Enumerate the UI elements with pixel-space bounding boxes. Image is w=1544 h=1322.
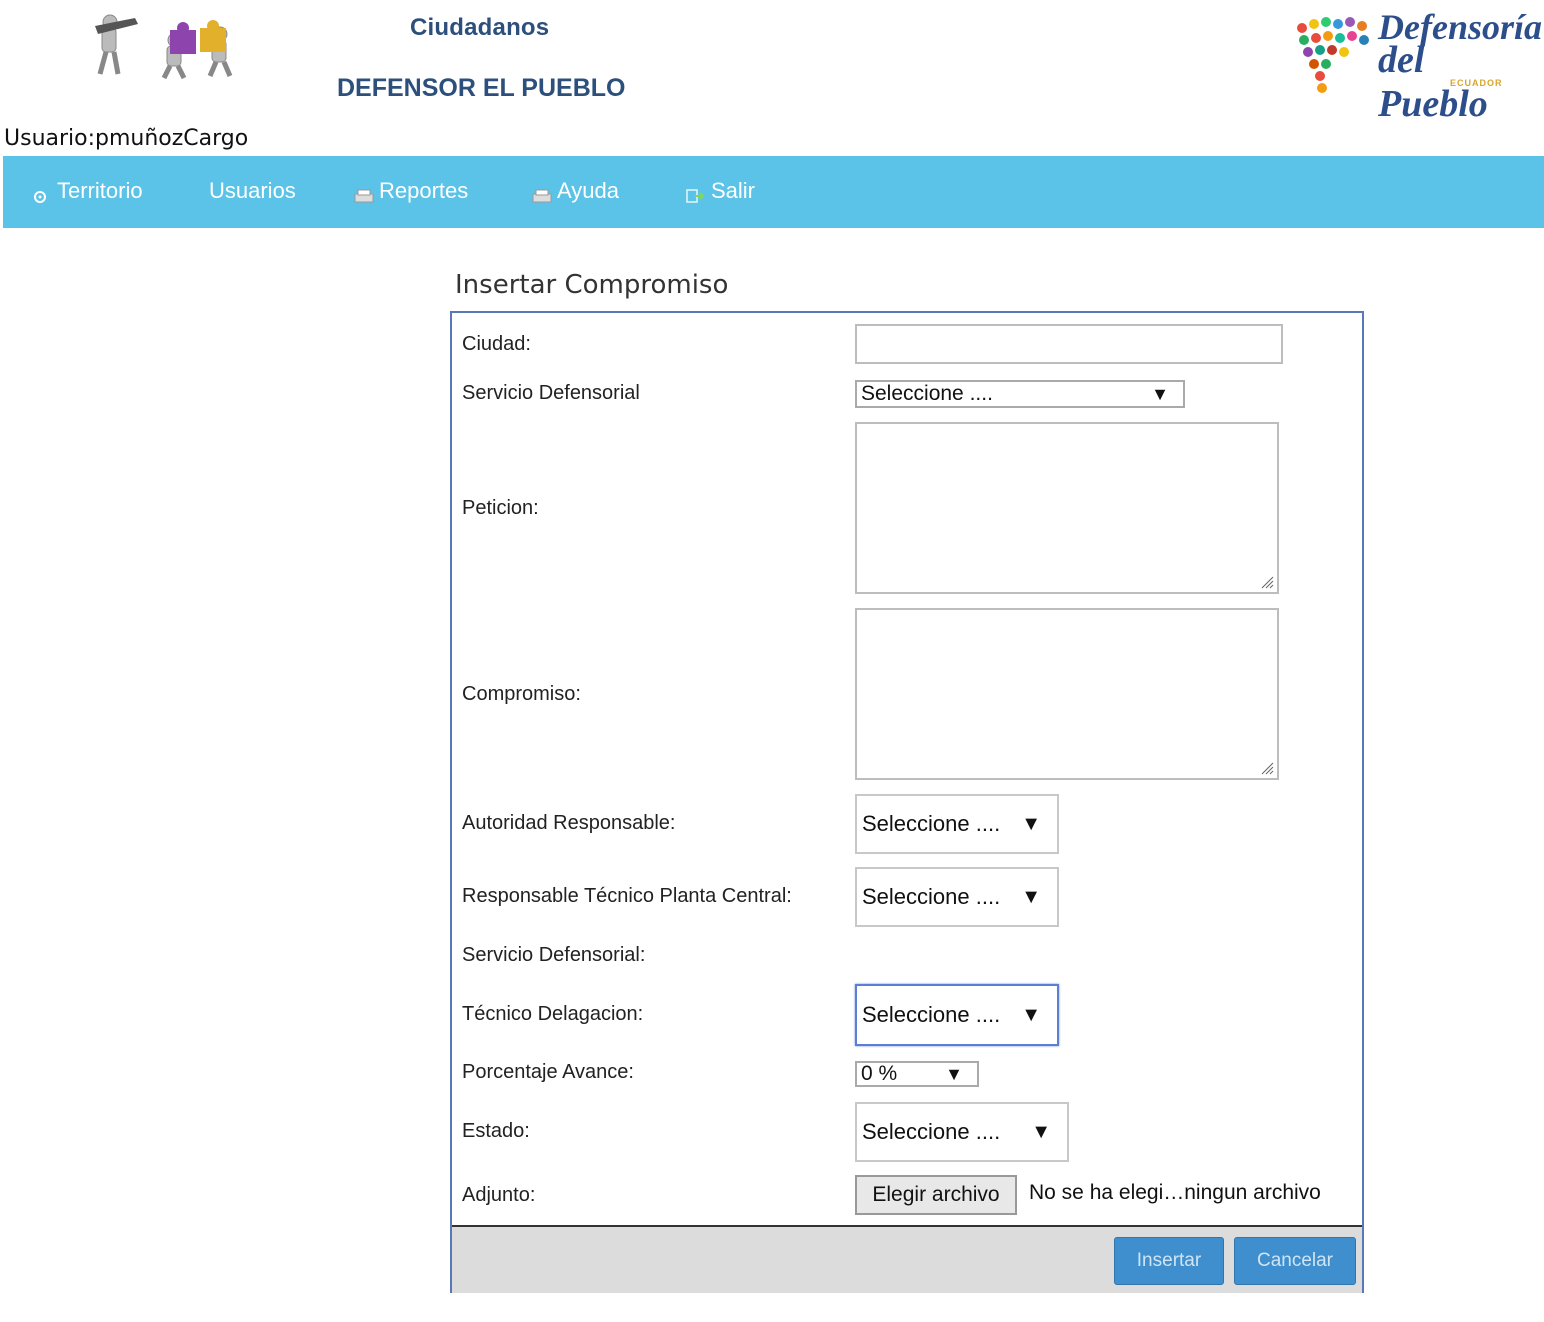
nav-reportes-label: Reportes bbox=[379, 178, 469, 203]
chevron-down-icon: ▼ bbox=[1151, 383, 1169, 404]
nav-reportes[interactable]: Reportes bbox=[353, 178, 468, 204]
autoridad-responsable-select[interactable]: Seleccione .... ▼ bbox=[855, 794, 1059, 854]
nav-territorio-label: Territorio bbox=[57, 178, 143, 203]
gear-icon bbox=[31, 184, 49, 203]
responsable-tecnico-label: Responsable Técnico Planta Central: bbox=[462, 885, 792, 907]
printer-icon bbox=[353, 184, 374, 203]
autoridad-responsable-value: Seleccione .... bbox=[862, 811, 1001, 836]
file-status-text: No se ha elegi…ningun archivo bbox=[1029, 1181, 1321, 1204]
defensoria-logo: Defensoría del Pueblo ECUADOR bbox=[1290, 7, 1542, 125]
servicio-defensorial-label-2: Servicio Defensorial: bbox=[462, 944, 646, 966]
chevron-down-icon: ▼ bbox=[1021, 812, 1041, 835]
cancel-button[interactable]: Cancelar bbox=[1234, 1237, 1356, 1285]
form-title: Insertar Compromiso bbox=[455, 270, 729, 300]
main-navbar: Territorio Usuarios Reportes Ayuda Salir bbox=[3, 156, 1544, 228]
tecnico-delegacion-value: Seleccione .... bbox=[862, 1002, 1001, 1027]
printer-icon bbox=[531, 184, 552, 203]
responsable-tecnico-select[interactable]: Seleccione .... ▼ bbox=[855, 867, 1059, 927]
chevron-down-icon: ▼ bbox=[945, 1063, 963, 1084]
insert-compromiso-form: Ciudad: Servicio Defensorial Seleccione … bbox=[450, 311, 1364, 1293]
responsable-tecnico-value: Seleccione .... bbox=[862, 884, 1001, 909]
tecnico-delegacion-label: Técnico Delagacion: bbox=[462, 1003, 644, 1025]
choose-file-button[interactable]: Elegir archivo bbox=[855, 1175, 1017, 1215]
ciudad-label: Ciudad: bbox=[462, 333, 531, 355]
logo-word-ecuador: ECUADOR bbox=[1450, 78, 1503, 88]
porcentaje-avance-label: Porcentaje Avance: bbox=[462, 1061, 634, 1083]
chevron-down-icon: ▼ bbox=[1031, 1120, 1051, 1143]
ciudad-input[interactable] bbox=[855, 324, 1283, 364]
puzzle-people-logo bbox=[60, 12, 260, 84]
chevron-down-icon: ▼ bbox=[1021, 885, 1041, 908]
estado-select[interactable]: Seleccione .... ▼ bbox=[855, 1102, 1069, 1162]
current-user-label: Usuario:pmuñozCargo bbox=[4, 126, 249, 151]
adjunto-label: Adjunto: bbox=[462, 1184, 536, 1206]
compromiso-label: Compromiso: bbox=[462, 683, 581, 705]
resize-handle-icon[interactable] bbox=[1260, 761, 1274, 775]
compromiso-textarea[interactable] bbox=[855, 608, 1279, 780]
servicio-defensorial-value: Seleccione .... bbox=[861, 382, 993, 405]
chevron-down-icon: ▼ bbox=[1021, 1003, 1041, 1026]
nav-territorio[interactable]: Territorio bbox=[31, 178, 143, 204]
autoridad-responsable-label: Autoridad Responsable: bbox=[462, 812, 676, 834]
servicio-defensorial-label: Servicio Defensorial bbox=[462, 382, 640, 404]
nav-salir-label: Salir bbox=[711, 178, 756, 203]
tecnico-delegacion-select[interactable]: Seleccione .... ▼ bbox=[855, 984, 1059, 1046]
brand-subtitle: DEFENSOR EL PUEBLO bbox=[337, 74, 626, 102]
nav-usuarios[interactable]: Usuarios bbox=[209, 178, 296, 204]
peticion-textarea[interactable] bbox=[855, 422, 1279, 594]
nav-ayuda-label: Ayuda bbox=[557, 178, 619, 203]
porcentaje-avance-select[interactable]: 0 % ▼ bbox=[855, 1061, 979, 1087]
exit-icon bbox=[685, 184, 705, 203]
nav-salir[interactable]: Salir bbox=[685, 178, 755, 204]
insert-button[interactable]: Insertar bbox=[1114, 1237, 1224, 1285]
porcentaje-avance-value: 0 % bbox=[861, 1062, 898, 1085]
estado-label: Estado: bbox=[462, 1120, 530, 1142]
brand-title: Ciudadanos bbox=[410, 14, 550, 41]
peticion-label: Peticion: bbox=[462, 497, 539, 519]
nav-ayuda[interactable]: Ayuda bbox=[531, 178, 619, 204]
form-footer: Insertar Cancelar bbox=[452, 1225, 1362, 1293]
resize-handle-icon[interactable] bbox=[1260, 575, 1274, 589]
header: Ciudadanos DEFENSOR EL PUEBLO Defensoría… bbox=[0, 0, 1544, 130]
estado-value: Seleccione .... bbox=[862, 1119, 1001, 1144]
nav-usuarios-label: Usuarios bbox=[209, 178, 296, 203]
servicio-defensorial-select[interactable]: Seleccione .... ▼ bbox=[855, 380, 1185, 408]
